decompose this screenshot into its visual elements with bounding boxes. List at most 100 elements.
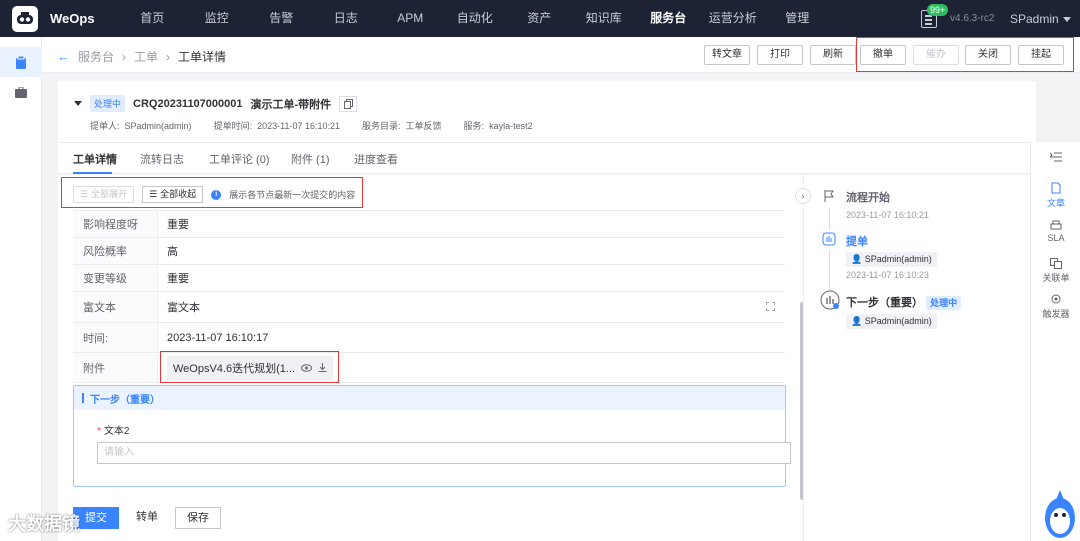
field-key: 影响程度呀	[73, 211, 158, 237]
tab-flow-log[interactable]: 流转日志	[140, 151, 184, 167]
highlight-box	[856, 37, 1074, 72]
printer-icon	[1050, 220, 1062, 230]
user-menu[interactable]: SPadmin	[1010, 12, 1071, 26]
next-step-header: 下一步（重要）	[74, 386, 785, 410]
nav-item-analytics[interactable]: 运营分析	[701, 0, 766, 37]
save-button[interactable]: 保存	[175, 507, 221, 529]
next-step-panel: 下一步（重要） * 文本2 请输入	[73, 385, 791, 487]
tab-bar: 工单详情 流转日志 工单评论 (0) 附件 (1) 进度查看	[58, 142, 1030, 174]
rightbar-item-linked[interactable]: 关联单	[1031, 258, 1080, 284]
collapse-panel-button[interactable]: ›	[795, 188, 811, 204]
nav-item-assets[interactable]: 资产	[507, 0, 572, 37]
field-value: 重要	[167, 219, 189, 231]
assistant-mascot-icon[interactable]	[1040, 488, 1080, 541]
field-value: 高	[167, 246, 178, 258]
flow-node-time: 2023-11-07 16:10:23	[846, 270, 929, 280]
submitter-info: 提单人: SPadmin(admin)	[90, 121, 192, 131]
status-badge: 处理中	[926, 296, 962, 310]
flow-node-title: 下一步（重要） 处理中	[846, 294, 962, 310]
chevron-down-icon	[1062, 17, 1071, 23]
transfer-article-button[interactable]: 转文章	[704, 45, 750, 65]
flow-node-user: 👤 SPadmin(admin)	[846, 252, 937, 267]
rightbar-item-sla[interactable]: SLA	[1031, 220, 1080, 243]
brand-name: WeOps	[50, 11, 95, 26]
notification-badge: 99+	[927, 4, 949, 16]
weops-logo-icon[interactable]	[12, 5, 38, 32]
print-button[interactable]: 打印	[757, 45, 803, 65]
sidebar-item-tickets[interactable]	[0, 47, 42, 77]
service-info: 服务: kayla-test2	[463, 121, 533, 131]
nav-item-service-desk[interactable]: 服务台	[636, 0, 701, 37]
chevron-right-icon: ›	[122, 49, 127, 64]
bottom-action-bar: 提交 转单 保存	[58, 500, 803, 541]
clipboard-icon	[16, 55, 26, 69]
nav-item-automation[interactable]: 自动化	[443, 0, 508, 37]
link-doc-icon	[1050, 258, 1062, 269]
nav-item-knowledge[interactable]: 知识库	[572, 0, 637, 37]
left-sidebar	[0, 37, 42, 541]
flow-node-title: 提单	[846, 236, 868, 248]
right-toolbar: 文章 SLA 关联单 触发器	[1030, 142, 1080, 541]
collapse-triangle-icon[interactable]	[74, 101, 82, 106]
field-key: 风险概率	[73, 238, 158, 264]
flow-node-title: 流程开始	[846, 192, 890, 204]
catalog-info: 服务目录: 工单反馈	[362, 121, 442, 131]
ticket-detail-content: ☰ 全部展开 ☰ 全部收起 i 展示各节点最新一次提交的内容 影响程度呀 重要 风险…	[58, 175, 803, 500]
field-value: 2023-11-07 16:10:17	[167, 331, 269, 344]
tab-ticket-detail[interactable]: 工单详情	[73, 151, 117, 167]
user-icon: 👤	[851, 316, 865, 326]
refresh-button[interactable]: 刷新	[810, 45, 856, 65]
tab-attachments[interactable]: 附件 (1)	[291, 151, 330, 167]
username: SPadmin	[1010, 12, 1059, 26]
nav-item-monitor[interactable]: 监控	[185, 0, 250, 37]
document-icon	[1051, 182, 1061, 194]
copy-icon[interactable]	[339, 95, 358, 112]
hand-active-icon	[820, 290, 840, 310]
active-tab-indicator	[73, 172, 112, 174]
flow-node-user: 👤 SPadmin(admin)	[846, 314, 937, 329]
ticket-title: 演示工单-带附件	[250, 98, 332, 111]
nav-item-home[interactable]: 首页	[120, 0, 185, 37]
trigger-icon	[1051, 294, 1061, 304]
table-row: 变更等级 重要	[73, 265, 785, 292]
table-row: 影响程度呀 重要	[73, 211, 785, 238]
tab-progress[interactable]: 进度查看	[354, 151, 398, 167]
collapse-menu-icon[interactable]	[1031, 152, 1080, 164]
flag-icon	[820, 187, 838, 205]
ticket-number: CRQ20231107000001	[133, 97, 243, 110]
fullscreen-icon[interactable]	[766, 302, 775, 311]
tab-comments[interactable]: 工单评论 (0)	[209, 151, 270, 167]
field-key: 附件	[73, 353, 158, 382]
breadcrumb-ticket-detail: 工单详情	[178, 50, 227, 64]
watermark: 大数据镜	[8, 514, 80, 534]
nav-item-alert[interactable]: 告警	[249, 0, 314, 37]
highlight-box	[160, 351, 339, 383]
submit-time-info: 提单时间: 2023-11-07 16:10:21	[213, 121, 340, 131]
user-icon: 👤	[851, 254, 865, 264]
chevron-right-icon: ›	[166, 49, 171, 64]
chevron-right-icon: ›	[801, 191, 805, 201]
sidebar-item-toolbox[interactable]	[0, 77, 42, 107]
table-row: 时间: 2023-11-07 16:10:17	[73, 323, 785, 353]
breadcrumb-tickets[interactable]: 工单	[134, 48, 158, 65]
transfer-button[interactable]: 转单	[124, 507, 170, 529]
rightbar-item-article[interactable]: 文章	[1031, 182, 1080, 209]
version-label: v4.6.3-rc2	[950, 13, 995, 24]
flow-node-time: 2023-11-07 16:10:21	[846, 210, 929, 220]
field-value: 重要	[167, 273, 189, 285]
highlight-box	[61, 177, 363, 208]
nav-item-apm[interactable]: APM	[378, 0, 443, 37]
table-row: 风险概率 高	[73, 238, 785, 265]
breadcrumb-service-desk[interactable]: 服务台	[78, 48, 114, 65]
text2-input[interactable]: 请输入	[97, 442, 791, 464]
nav-item-log[interactable]: 日志	[314, 0, 379, 37]
ticket-header: 处理中 CRQ20231107000001 演示工单-带附件 提单人: SPad…	[58, 81, 1036, 142]
field-key: 富文本	[73, 292, 158, 322]
hand-icon	[820, 230, 838, 248]
rich-text-value: 富文本	[167, 302, 200, 314]
back-arrow-icon[interactable]: ←	[57, 49, 70, 64]
nav-item-manage[interactable]: 管理	[765, 0, 830, 37]
flow-timeline: 流程开始 2023-11-07 16:10:21 提单 👤 SPadmin(ad…	[803, 175, 1030, 541]
rightbar-item-trigger[interactable]: 触发器	[1031, 294, 1080, 320]
status-badge: 处理中	[90, 95, 126, 112]
